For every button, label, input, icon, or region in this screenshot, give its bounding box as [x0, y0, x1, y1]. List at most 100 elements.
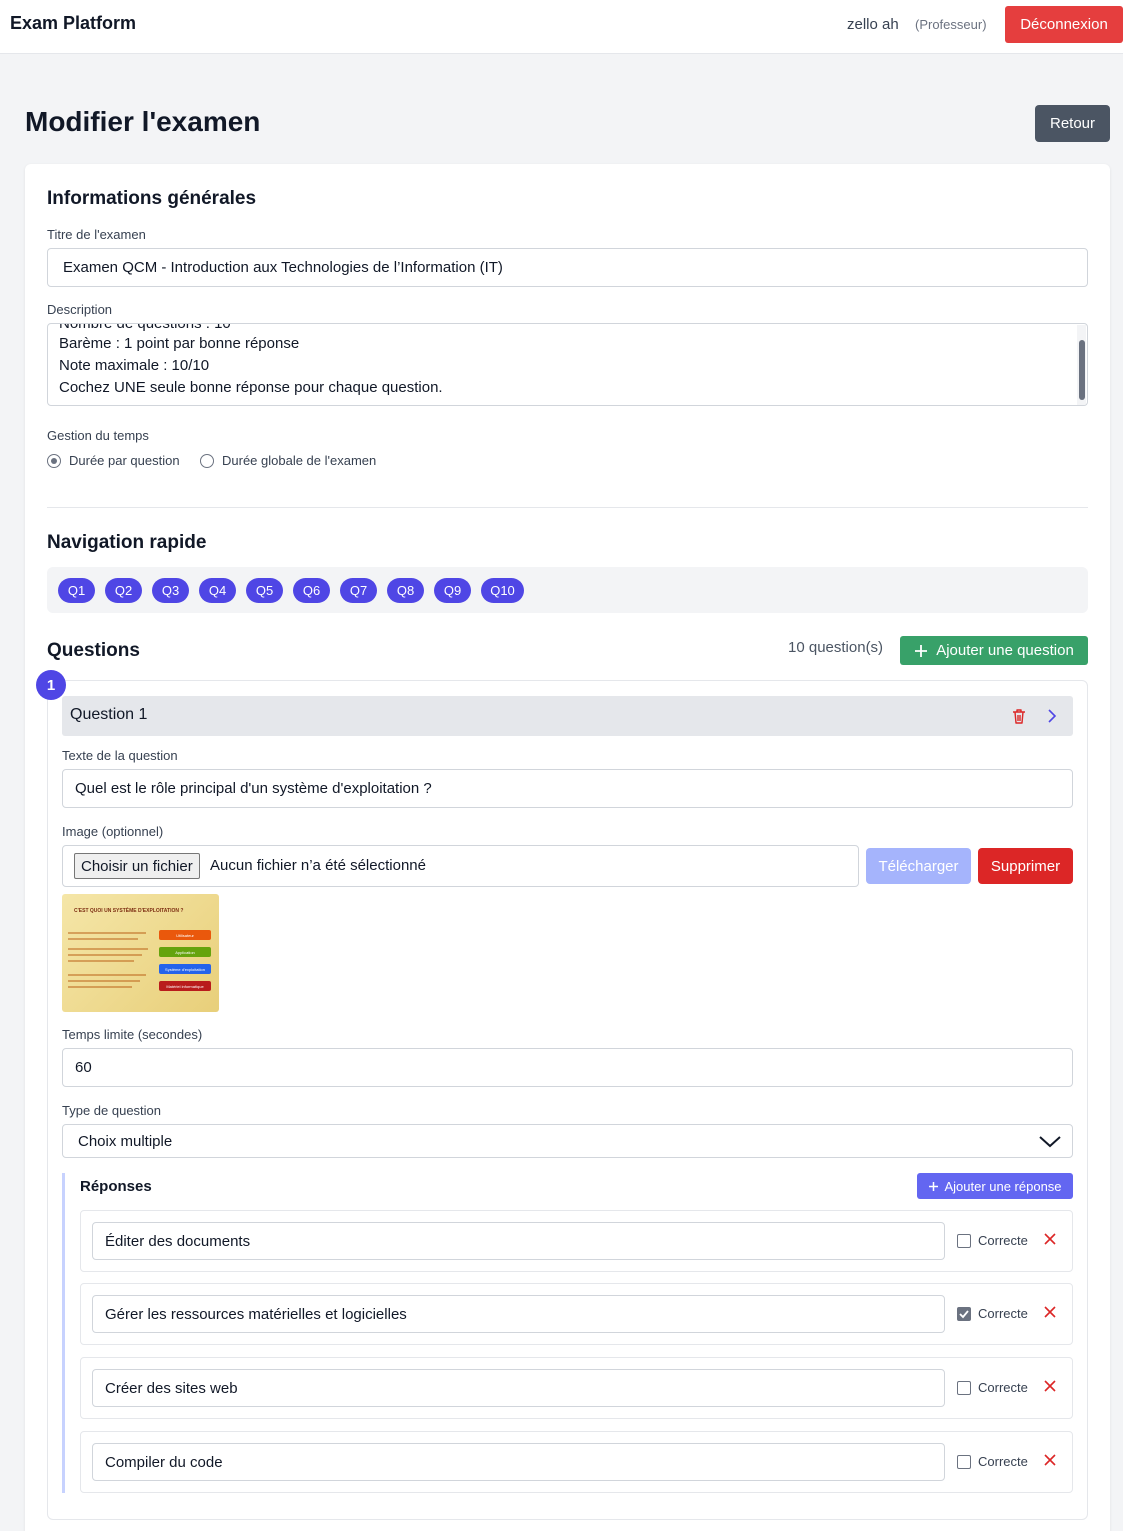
nav-question-1[interactable]: Q1 — [58, 578, 95, 603]
app-title: Exam Platform — [10, 13, 137, 33]
nav-question-5[interactable]: Q5 — [246, 578, 283, 603]
correct-checkbox[interactable] — [957, 1455, 971, 1469]
upload-button[interactable]: Télécharger — [866, 848, 971, 884]
thumbnail-text-line — [68, 974, 146, 976]
description-line: Barème : 1 point par bonne réponse — [59, 335, 300, 352]
question-type-label: Type de question — [62, 1103, 162, 1118]
nav-question-3[interactable]: Q3 — [152, 578, 189, 603]
exam-title-label: Titre de l'examen — [47, 227, 146, 242]
time-limit-label: Temps limite (secondes) — [62, 1027, 203, 1042]
add-answer-label: Ajouter une réponse — [944, 1178, 1062, 1194]
trash-icon[interactable] — [1011, 708, 1027, 725]
thumbnail-text-line — [68, 948, 148, 950]
user-role: (Professeur) — [915, 17, 987, 32]
nav-question-4[interactable]: Q4 — [199, 578, 236, 603]
thumbnail-block-os: Système d'exploitation — [159, 964, 211, 974]
description-line: Nombre de questions : 10 — [59, 323, 231, 332]
answer-row: Créer des sites web Correcte — [80, 1357, 1073, 1419]
correct-checkbox[interactable] — [957, 1381, 971, 1395]
answer-row: Gérer les ressources matérielles et logi… — [80, 1283, 1073, 1345]
logout-button[interactable]: Déconnexion — [1005, 6, 1123, 43]
nav-question-7[interactable]: Q7 — [340, 578, 377, 603]
radio-duration-per-question[interactable] — [47, 454, 61, 468]
close-icon[interactable] — [1043, 1379, 1057, 1393]
close-icon[interactable] — [1043, 1453, 1057, 1467]
delete-image-button[interactable]: Supprimer — [978, 848, 1073, 884]
thumbnail-block-application: Application — [159, 947, 211, 957]
nav-question-6[interactable]: Q6 — [293, 578, 330, 603]
radio-global-duration[interactable] — [200, 454, 214, 468]
correct-label: Correcte — [978, 1233, 1028, 1248]
chevron-down-icon — [1039, 1136, 1061, 1148]
question-type-select[interactable]: Choix multiple — [62, 1124, 1073, 1158]
user-name: zello ah — [847, 16, 899, 33]
nav-question-2[interactable]: Q2 — [105, 578, 142, 603]
description-textarea[interactable]: Nombre de questions : 10 Barème : 1 poin… — [47, 323, 1088, 406]
thumbnail-title: C'EST QUOI UN SYSTÈME D'EXPLOITATION ? — [74, 908, 184, 914]
thumbnail-text-line — [68, 960, 134, 962]
top-navbar: Exam Platform zello ah (Professeur) Déco… — [0, 0, 1123, 54]
question-image-thumbnail: C'EST QUOI UN SYSTÈME D'EXPLOITATION ? U… — [62, 894, 219, 1012]
answer-row: Compiler du code Correcte — [80, 1431, 1073, 1493]
image-label: Image (optionnel) — [62, 824, 164, 839]
correct-checkbox[interactable] — [957, 1234, 971, 1248]
thumbnail-text-line — [68, 954, 142, 956]
question-text-input[interactable]: Quel est le rôle principal d'un système … — [62, 769, 1073, 808]
radio-duration-per-question-label: Durée par question — [69, 453, 180, 468]
close-icon[interactable] — [1043, 1232, 1057, 1246]
question-header-title: Question 1 — [70, 706, 148, 723]
chevron-right-icon[interactable] — [1046, 709, 1058, 723]
nav-question-9[interactable]: Q9 — [434, 578, 471, 603]
question-type-value: Choix multiple — [78, 1133, 173, 1150]
page-title: Modifier l'examen — [25, 106, 261, 137]
general-info-title: Informations générales — [47, 188, 257, 209]
description-scrollbar[interactable] — [1079, 340, 1085, 400]
time-management-label: Gestion du temps — [47, 428, 149, 443]
exam-form-card: Informations générales Titre de l'examen… — [25, 164, 1110, 1531]
answer-input[interactable]: Créer des sites web — [92, 1369, 945, 1407]
thumbnail-text-line — [68, 938, 138, 940]
quick-nav-bar: Q1 Q2 Q3 Q4 Q5 Q6 Q7 Q8 Q9 Q10 — [47, 567, 1088, 613]
exam-title-input[interactable]: Examen QCM - Introduction aux Technologi… — [47, 248, 1088, 287]
image-file-input[interactable]: Choisir un fichier Aucun fichier n’a été… — [62, 845, 859, 887]
thumbnail-text-line — [68, 986, 132, 988]
checkmark-icon — [959, 1310, 969, 1319]
thumbnail-text-line — [68, 980, 140, 982]
correct-checkbox[interactable] — [957, 1307, 971, 1321]
close-icon[interactable] — [1043, 1305, 1057, 1319]
correct-label: Correcte — [978, 1380, 1028, 1395]
answer-row: Éditer des documents Correcte — [80, 1210, 1073, 1272]
correct-label: Correcte — [978, 1454, 1028, 1469]
question-count: 10 question(s) — [788, 639, 884, 656]
nav-question-10[interactable]: Q10 — [481, 578, 524, 603]
correct-label: Correcte — [978, 1306, 1028, 1321]
answers-accent-bar — [62, 1173, 65, 1493]
thumbnail-block-hardware: Matériel informatique — [159, 981, 211, 991]
answer-input[interactable]: Éditer des documents — [92, 1222, 945, 1260]
plus-icon — [929, 1181, 939, 1191]
add-question-label: Ajouter une question — [936, 642, 1074, 659]
choose-file-button[interactable]: Choisir un fichier — [74, 853, 200, 879]
question-number-badge: 1 — [36, 670, 66, 700]
add-answer-button[interactable]: Ajouter une réponse — [917, 1173, 1073, 1199]
question-text-label: Texte de la question — [62, 748, 178, 763]
add-question-button[interactable]: Ajouter une question — [900, 636, 1088, 665]
description-line: Note maximale : 10/10 — [59, 357, 210, 374]
answer-input[interactable]: Gérer les ressources matérielles et logi… — [92, 1295, 945, 1333]
description-line: Cochez UNE seule bonne réponse pour chaq… — [59, 379, 443, 396]
answers-title: Réponses — [80, 1178, 152, 1195]
back-button[interactable]: Retour — [1035, 105, 1110, 142]
radio-global-duration-label: Durée globale de l'examen — [222, 453, 377, 468]
thumbnail-text-line — [68, 932, 146, 934]
description-label: Description — [47, 302, 113, 317]
file-status: Aucun fichier n’a été sélectionné — [210, 857, 426, 874]
plus-icon — [915, 644, 928, 657]
time-limit-input[interactable]: 60 — [62, 1048, 1073, 1087]
nav-question-8[interactable]: Q8 — [387, 578, 424, 603]
question-header[interactable]: Question 1 — [62, 696, 1073, 736]
answer-input[interactable]: Compiler du code — [92, 1443, 945, 1481]
quick-nav-title: Navigation rapide — [47, 532, 207, 553]
section-divider — [47, 507, 1088, 508]
questions-title: Questions — [47, 640, 140, 661]
thumbnail-block-user: Utilisateur — [159, 930, 211, 940]
